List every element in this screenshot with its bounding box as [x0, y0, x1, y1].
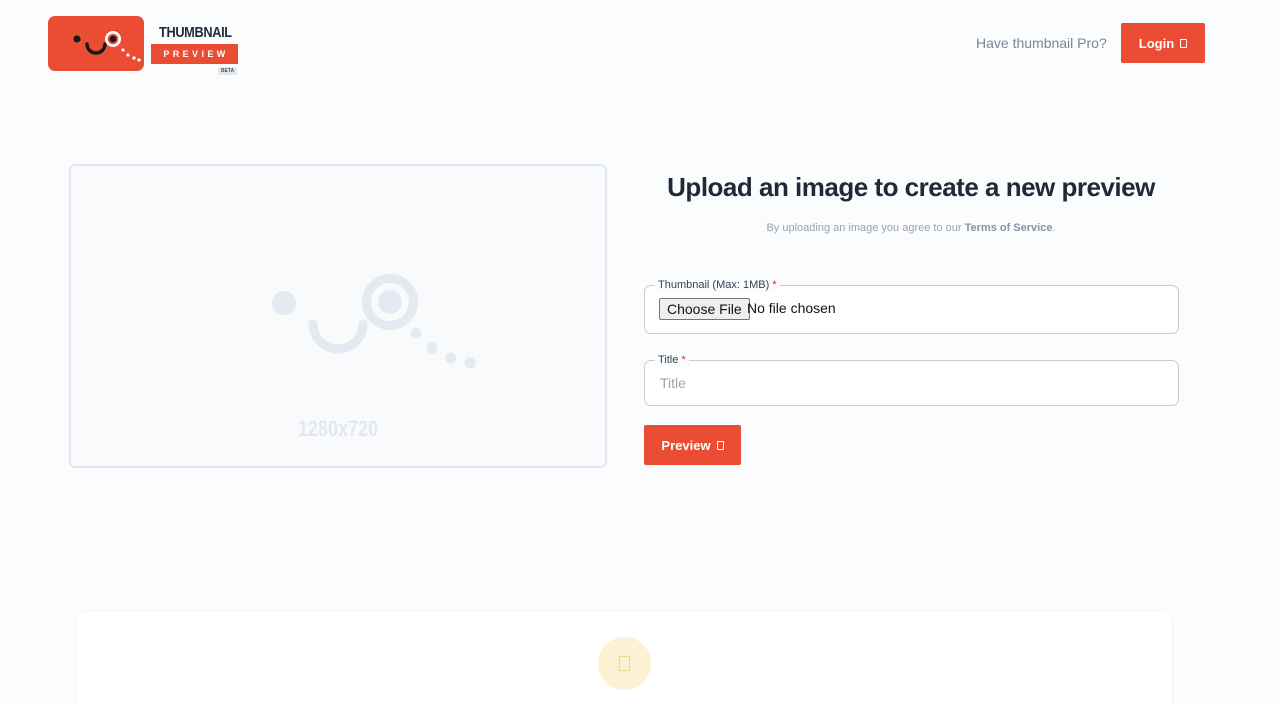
logo-word-preview: PREVIEW [151, 44, 238, 64]
required-mark: * [772, 279, 777, 291]
thumbnail-label-text: Thumbnail (Max: 1MB) [658, 279, 770, 291]
box-icon [716, 440, 724, 450]
upload-title: Upload an image to create a new preview [667, 172, 1155, 202]
file-status-text: No file chosen [747, 300, 836, 316]
thumbnail-file-field[interactable]: Thumbnail (Max: 1MB) * Choose File No fil… [644, 278, 1179, 334]
title-input[interactable] [647, 363, 1175, 402]
login-button[interactable]: Login [1121, 23, 1205, 63]
title-field[interactable]: Title * [644, 353, 1179, 406]
logo-word-thumbnail: THUMBNAIL [159, 24, 232, 41]
login-button-label: Login [1138, 35, 1175, 51]
preview-button[interactable]: Preview [644, 425, 741, 465]
box-icon [619, 656, 630, 671]
subtitle-prefix: By uploading an image you agree to our [766, 222, 965, 234]
terms-of-service-link[interactable]: Terms of Service [965, 222, 1053, 234]
upload-subtitle: By uploading an image you agree to our T… [644, 222, 1178, 234]
preview-button-label: Preview [661, 437, 711, 453]
header: THUMBNAIL PREVIEW BETA Have thumbnail Pr… [0, 0, 1280, 90]
card-icon-circle [598, 637, 651, 690]
logo[interactable]: THUMBNAIL PREVIEW BETA [48, 16, 243, 76]
thumbnail-field-label: Thumbnail (Max: 1MB) * [655, 278, 780, 292]
have-pro-link[interactable]: Have thumbnail Pro? [976, 35, 1107, 51]
thumbnail-placeholder: 1280x720 [69, 164, 607, 468]
subtitle-suffix: . [1052, 222, 1056, 234]
info-card [77, 612, 1172, 704]
logo-face-icon [48, 16, 144, 71]
beta-badge: BETA [218, 67, 238, 75]
box-icon [1180, 38, 1188, 48]
placeholder-size-label: 1280x720 [297, 416, 379, 441]
choose-file-button[interactable]: Choose File [659, 298, 750, 320]
